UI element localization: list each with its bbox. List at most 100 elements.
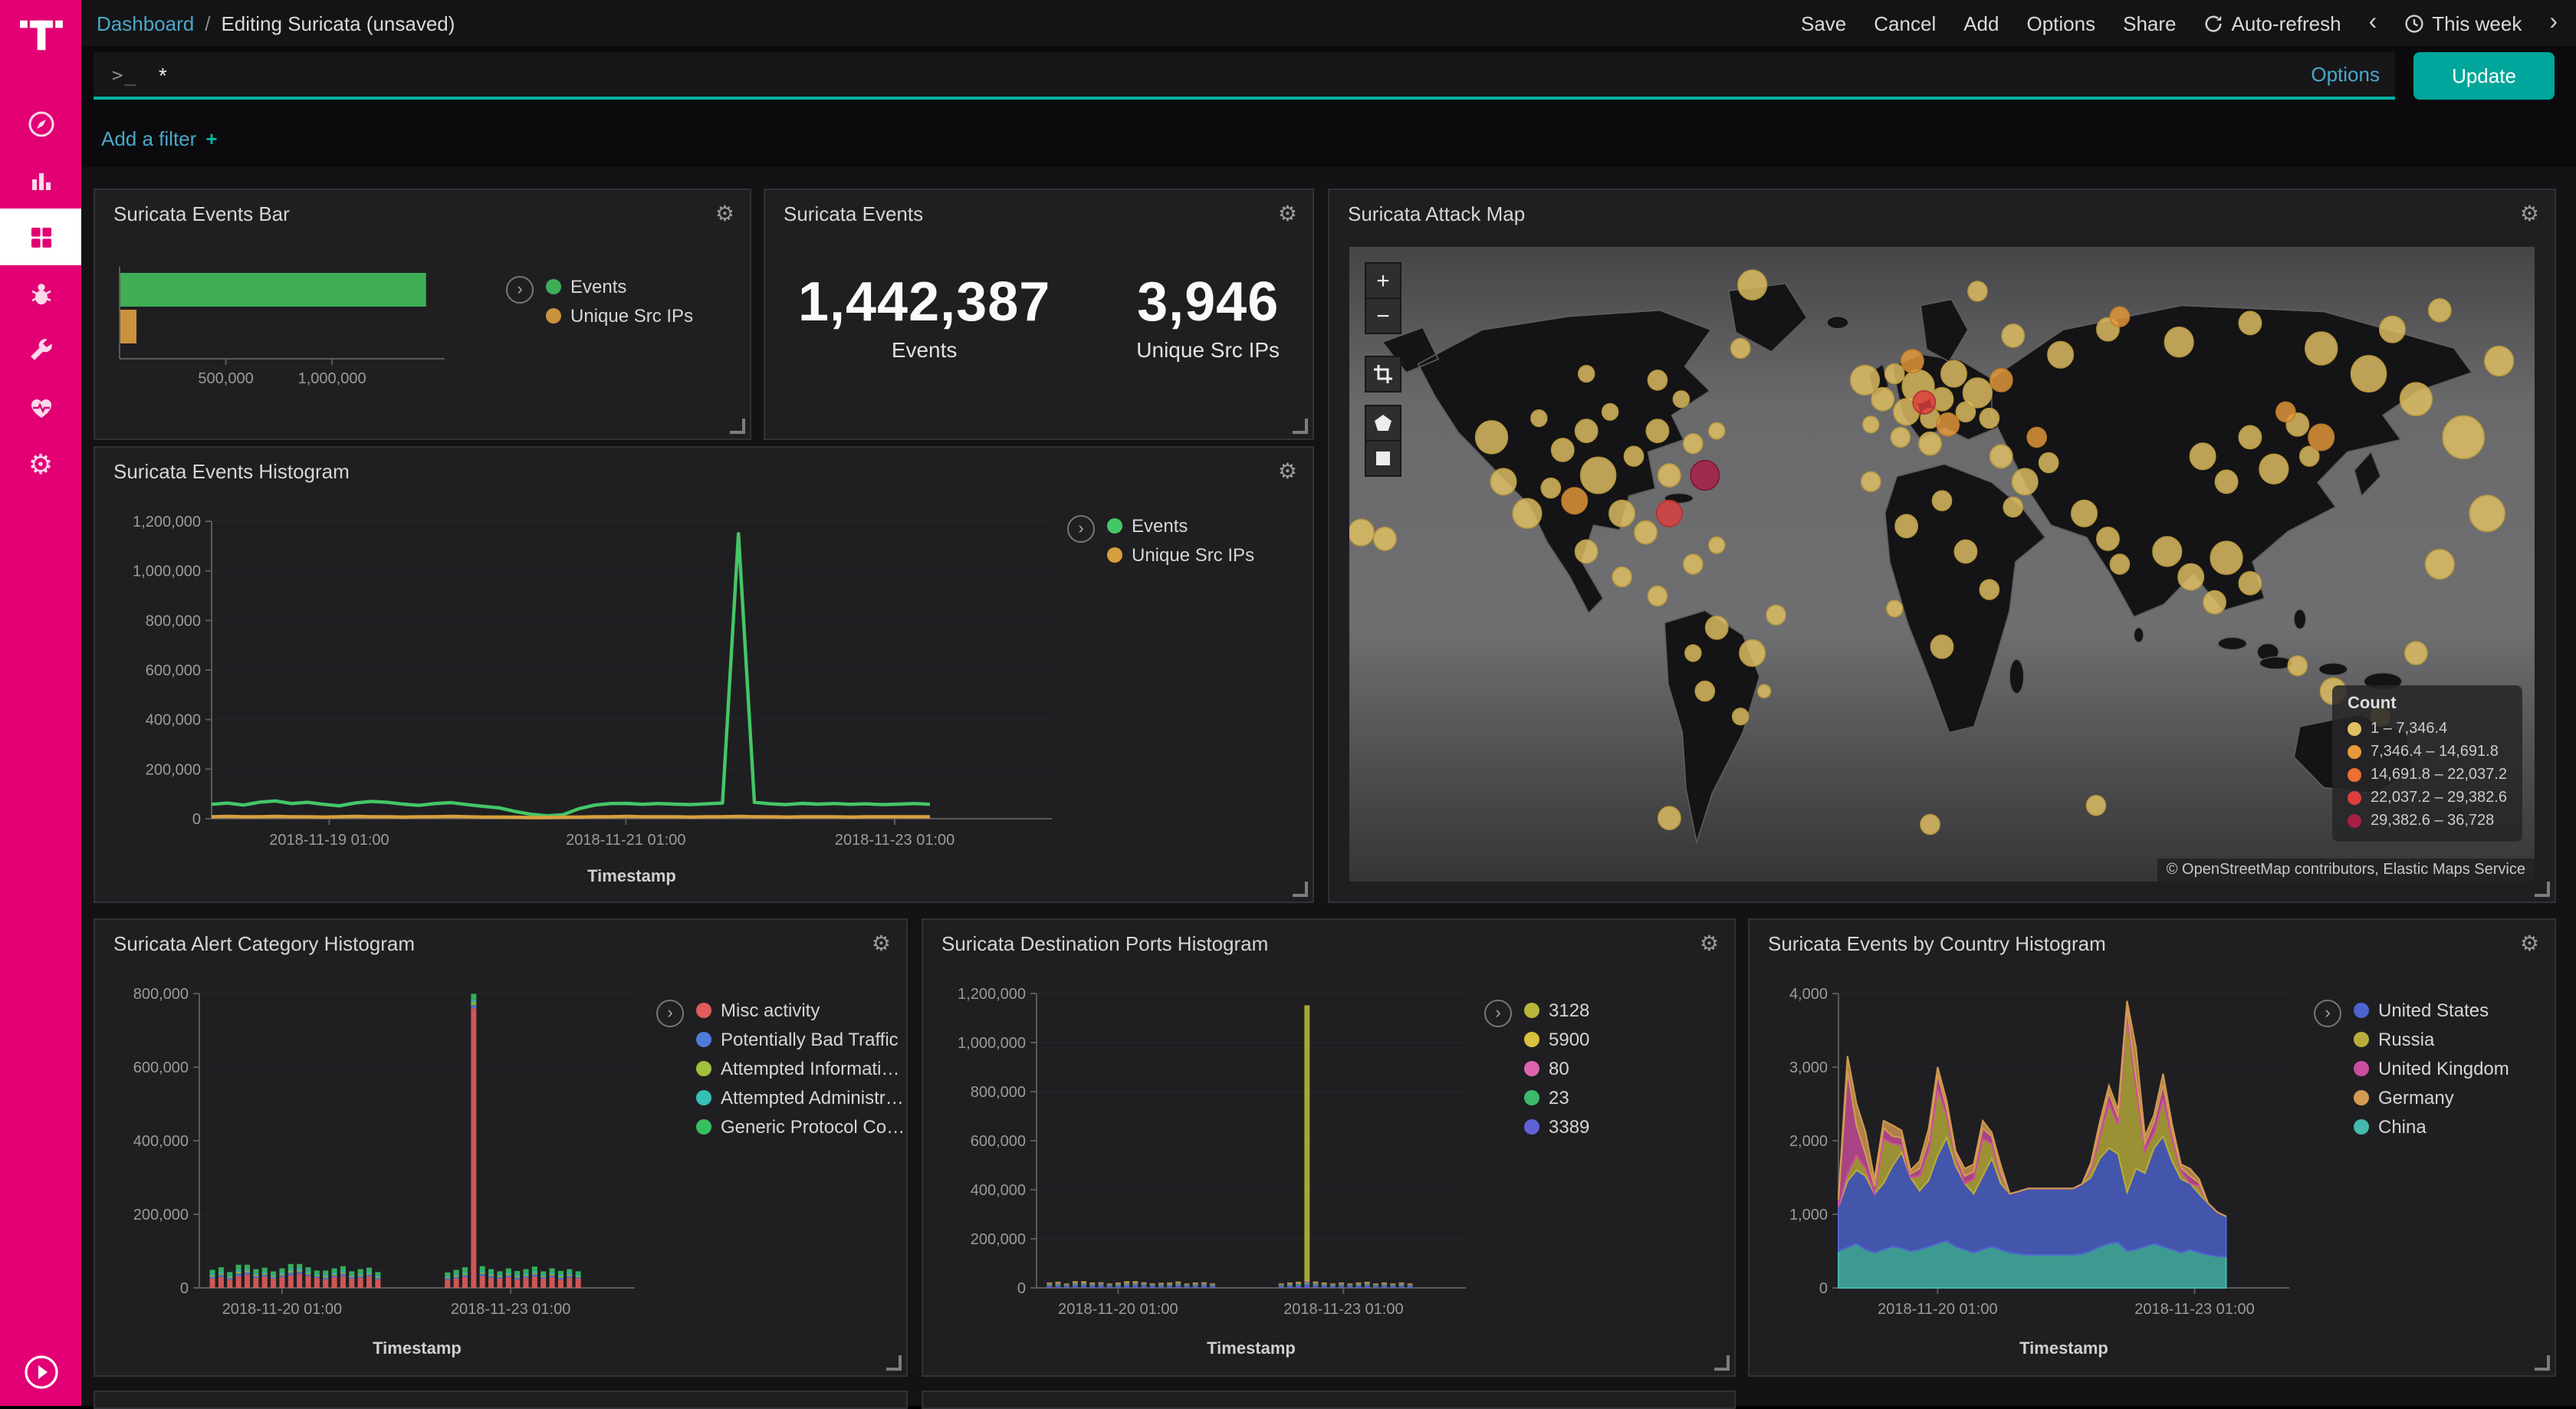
time-picker[interactable]: This week xyxy=(2404,11,2522,34)
query-options-link[interactable]: Options xyxy=(2311,52,2380,97)
legend-toggle-icon[interactable]: › xyxy=(2314,1000,2341,1027)
legend-item[interactable]: United States xyxy=(2354,1000,2509,1021)
legend-item[interactable]: 23 xyxy=(1524,1087,1589,1108)
time-back-icon[interactable]: ‹ xyxy=(2369,11,2377,35)
legend-item[interactable]: 80 xyxy=(1524,1058,1589,1079)
legend-dot xyxy=(2354,1003,2369,1018)
wrench-icon xyxy=(25,335,56,366)
map-draw-polygon-button[interactable] xyxy=(1365,405,1401,442)
resize-handle[interactable] xyxy=(2535,882,2550,897)
gear-icon[interactable]: ⚙ xyxy=(872,932,891,954)
legend-item[interactable]: Attempted Administr… xyxy=(696,1087,905,1108)
attack-dot xyxy=(1731,339,1750,359)
sidebar-item-dev-tools[interactable] xyxy=(0,322,81,379)
legend-item[interactable]: 3389 xyxy=(1524,1116,1589,1138)
attack-dot xyxy=(2380,316,2405,342)
t-mobile-logo-icon[interactable] xyxy=(18,12,64,58)
attack-dot xyxy=(1738,270,1767,300)
legend-item[interactable]: Generic Protocol Co… xyxy=(696,1116,905,1138)
sidebar-item-dashboard[interactable] xyxy=(0,209,81,265)
legend-item[interactable]: Germany xyxy=(2354,1087,2509,1108)
sidebar-item-visualize[interactable] xyxy=(0,152,81,209)
resize-handle[interactable] xyxy=(2535,1355,2550,1371)
attack-dot xyxy=(1990,445,2013,468)
legend-toggle-icon[interactable]: › xyxy=(506,276,534,304)
query-input[interactable]: >_ * Options xyxy=(94,52,2395,100)
legend-item[interactable]: 3128 xyxy=(1524,1000,1589,1021)
resize-handle[interactable] xyxy=(730,419,745,434)
attack-dot xyxy=(1695,682,1714,701)
svg-text:2,000: 2,000 xyxy=(1789,1133,1828,1150)
sidebar-item-security[interactable] xyxy=(0,265,81,322)
sidebar-item-monitoring[interactable] xyxy=(0,379,81,435)
legend-toggle-icon[interactable]: › xyxy=(1484,1000,1512,1027)
legend-item[interactable]: Potentially Bad Traffic xyxy=(696,1029,905,1050)
map-zoom-in-button[interactable]: + xyxy=(1365,262,1401,299)
panel-events-by-country-histogram: Suricata Events by Country Histogram ⚙ 4… xyxy=(1748,918,2556,1377)
legend-dot xyxy=(696,1090,711,1105)
legend-toggle-icon[interactable]: › xyxy=(1067,515,1095,543)
attack-dot xyxy=(2259,454,2288,484)
legend-item[interactable]: China xyxy=(2354,1116,2509,1138)
attack-map[interactable]: + − xyxy=(1349,247,2535,882)
sidebar-expand-button[interactable] xyxy=(0,1354,81,1391)
map-draw-rectangle-button[interactable] xyxy=(1365,440,1401,477)
legend-item[interactable]: 5900 xyxy=(1524,1029,1589,1050)
gear-icon[interactable]: ⚙ xyxy=(2520,932,2539,954)
resize-handle[interactable] xyxy=(886,1355,902,1371)
auto-refresh-button[interactable]: Auto-refresh xyxy=(2204,11,2341,34)
map-fit-bounds-button[interactable] xyxy=(1365,356,1401,392)
gear-icon[interactable]: ⚙ xyxy=(1278,460,1297,481)
compass-icon xyxy=(25,108,56,139)
alert-category-chart[interactable]: 800,000600,000400,000200,00002018-11-20 … xyxy=(107,975,644,1361)
svg-text:800,000: 800,000 xyxy=(146,613,201,629)
resize-handle[interactable] xyxy=(1293,882,1308,897)
attack-dot xyxy=(1684,554,1703,574)
clock-icon xyxy=(2404,13,2424,33)
update-button[interactable]: Update xyxy=(2413,52,2555,100)
legend-item[interactable]: Unique Src IPs xyxy=(1107,544,1254,566)
add-filter-plus-icon[interactable]: + xyxy=(205,126,217,149)
time-forward-icon[interactable]: › xyxy=(2549,11,2558,35)
legend-toggle-icon[interactable]: › xyxy=(656,1000,684,1027)
legend-item[interactable]: Events xyxy=(546,276,693,297)
legend-dot xyxy=(696,1003,711,1018)
legend-item[interactable]: Attempted Informati… xyxy=(696,1058,905,1079)
map-controls: + − xyxy=(1365,262,1401,477)
gear-icon[interactable]: ⚙ xyxy=(2520,202,2539,224)
options-button[interactable]: Options xyxy=(2027,11,2096,34)
legend-item[interactable]: Misc activity xyxy=(696,1000,905,1021)
gear-icon[interactable]: ⚙ xyxy=(1278,202,1297,224)
attack-dot xyxy=(1913,391,1935,414)
legend-item[interactable]: Unique Src IPs xyxy=(546,305,693,327)
sidebar-item-discover[interactable] xyxy=(0,95,81,152)
map-legend-item: 1 – 7,346.4 xyxy=(2348,718,2507,741)
map-zoom-out-button[interactable]: − xyxy=(1365,297,1401,334)
legend-label: China xyxy=(2378,1116,2426,1138)
gear-icon[interactable]: ⚙ xyxy=(1700,932,1719,954)
save-button[interactable]: Save xyxy=(1801,11,1846,34)
add-button[interactable]: Add xyxy=(1963,11,1999,34)
cancel-button[interactable]: Cancel xyxy=(1874,11,1936,34)
attack-dot xyxy=(1609,501,1635,527)
events-by-country-chart[interactable]: 4,0003,0002,0001,00002018-11-20 01:00201… xyxy=(1762,975,2302,1361)
breadcrumb-dashboard-link[interactable]: Dashboard xyxy=(97,11,194,34)
metric-group: 1,442,387 Events 3,946 Unique Src IPs xyxy=(765,270,1313,362)
events-bar-chart[interactable]: 500,0001,000,000 xyxy=(110,258,509,411)
legend-item[interactable]: Events xyxy=(1107,515,1254,537)
gear-icon[interactable]: ⚙ xyxy=(715,202,734,224)
legend-item[interactable]: United Kingdom xyxy=(2354,1058,2509,1079)
attack-dot xyxy=(2003,498,2022,517)
add-filter-link[interactable]: Add a filter xyxy=(101,126,196,149)
destination-ports-chart[interactable]: 1,200,0001,000,000800,000600,000400,0002… xyxy=(935,975,1472,1361)
resize-handle[interactable] xyxy=(1714,1355,1730,1371)
events-histogram-chart[interactable]: 1,200,0001,000,000800,000600,000400,0002… xyxy=(110,503,1061,889)
metric-events: 1,442,387 Events xyxy=(798,270,1050,362)
chart-svg: 1,200,0001,000,000800,000600,000400,0002… xyxy=(935,975,1472,1361)
legend-item[interactable]: Russia xyxy=(2354,1029,2509,1050)
resize-handle[interactable] xyxy=(1293,419,1308,434)
sidebar-item-management[interactable]: ⚙ xyxy=(0,435,81,492)
legend-label: Attempted Administr… xyxy=(721,1087,904,1108)
share-button[interactable]: Share xyxy=(2123,11,2176,34)
legend-label: 23 xyxy=(1549,1087,1569,1108)
